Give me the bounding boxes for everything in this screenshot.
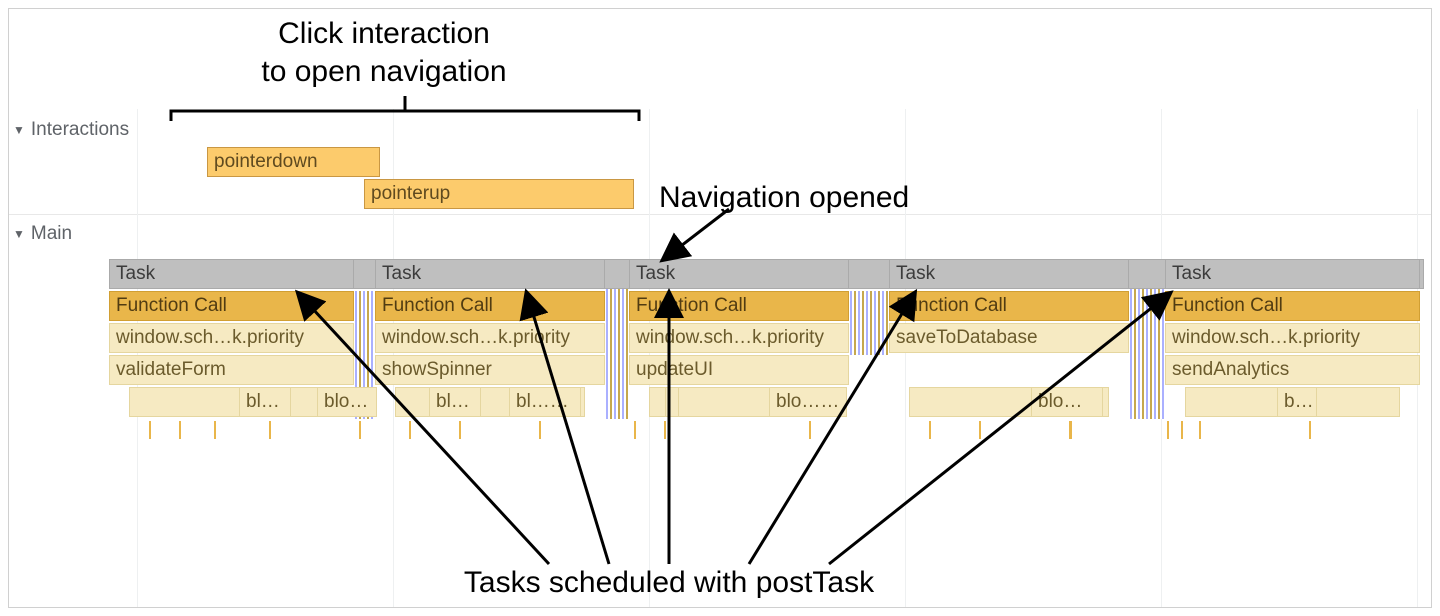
leaf-task[interactable]: bl…k xyxy=(239,387,291,417)
task-block[interactable]: Task xyxy=(1165,259,1420,289)
scheduler-call[interactable]: window.sch…k.priority xyxy=(109,323,354,353)
section-label: Interactions xyxy=(31,119,129,141)
action-call[interactable]: showSpinner xyxy=(375,355,605,385)
scheduler-call[interactable]: window.sch…k.priority xyxy=(1165,323,1420,353)
leaf-task[interactable]: bl…ask xyxy=(509,387,581,417)
leaf-task[interactable]: blo…sk xyxy=(317,387,377,417)
gap-stripes xyxy=(850,291,888,355)
function-call[interactable]: Function Call xyxy=(1165,291,1420,321)
scheduler-call[interactable]: window.sch…k.priority xyxy=(629,323,849,353)
annotation-posttask: Tasks scheduled with postTask xyxy=(369,564,969,602)
task-block[interactable]: Task xyxy=(629,259,849,289)
leaf-task[interactable]: bl…k xyxy=(429,387,481,417)
scheduler-call[interactable]: saveToDatabase xyxy=(889,323,1129,353)
annotation-click-interaction: Click interaction to open navigation xyxy=(169,15,599,90)
task-block[interactable]: Task xyxy=(109,259,354,289)
annotation-navigation-opened: Navigation opened xyxy=(659,179,909,217)
chevron-down-icon: ▼ xyxy=(13,123,25,137)
interaction-pointerdown[interactable]: pointerdown xyxy=(207,147,380,177)
function-call[interactable]: Function Call xyxy=(889,291,1129,321)
leaf-task[interactable]: blo…sk xyxy=(1031,387,1103,417)
action-call[interactable]: sendAnalytics xyxy=(1165,355,1420,385)
task-block[interactable]: Task xyxy=(375,259,605,289)
leaf-row xyxy=(129,387,334,417)
action-call[interactable]: updateUI xyxy=(629,355,849,385)
function-call[interactable]: Function Call xyxy=(629,291,849,321)
leaf-task[interactable]: b… xyxy=(1277,387,1317,417)
function-call[interactable]: Function Call xyxy=(375,291,605,321)
section-label: Main xyxy=(31,223,72,245)
section-header-interactions[interactable]: ▼ Interactions xyxy=(13,119,129,141)
chevron-down-icon: ▼ xyxy=(13,227,25,241)
interaction-pointerup[interactable]: pointerup xyxy=(364,179,634,209)
devtools-performance-panel: Click interaction to open navigation ▼ I… xyxy=(8,8,1432,608)
leaf-task[interactable]: blo…ask xyxy=(769,387,847,417)
section-header-main[interactable]: ▼ Main xyxy=(13,223,72,245)
leaf-task[interactable] xyxy=(665,387,679,417)
scheduler-call[interactable]: window.sch…k.priority xyxy=(375,323,605,353)
function-call[interactable]: Function Call xyxy=(109,291,354,321)
main-thread-track[interactable]: TaskFunction Callwindow.sch…k.priorityva… xyxy=(109,259,1423,459)
tick-marks xyxy=(109,421,1424,451)
task-block[interactable]: Task xyxy=(889,259,1129,289)
action-call[interactable]: validateForm xyxy=(109,355,354,385)
